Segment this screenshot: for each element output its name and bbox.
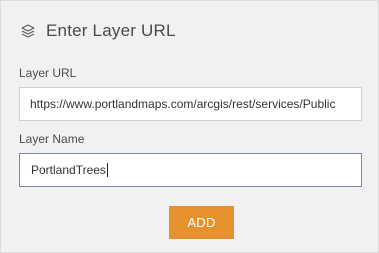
panel-title: Enter Layer URL (46, 21, 176, 40)
panel-header: Enter Layer URL (20, 19, 176, 43)
layer-url-input[interactable]: https://www.portlandmaps.com/arcgis/rest… (19, 87, 362, 121)
add-button[interactable]: ADD (169, 206, 234, 239)
text-cursor (106, 163, 108, 177)
layer-name-label: Layer Name (19, 132, 85, 146)
layers-icon (20, 23, 36, 39)
layer-url-value: https://www.portlandmaps.com/arcgis/rest… (30, 97, 336, 111)
layer-name-input[interactable]: PortlandTrees (19, 153, 362, 187)
layer-name-value: PortlandTrees (31, 163, 106, 177)
enter-layer-url-panel: Enter Layer URL Layer URL https://www.po… (0, 0, 379, 253)
layer-url-label: Layer URL (19, 66, 77, 80)
